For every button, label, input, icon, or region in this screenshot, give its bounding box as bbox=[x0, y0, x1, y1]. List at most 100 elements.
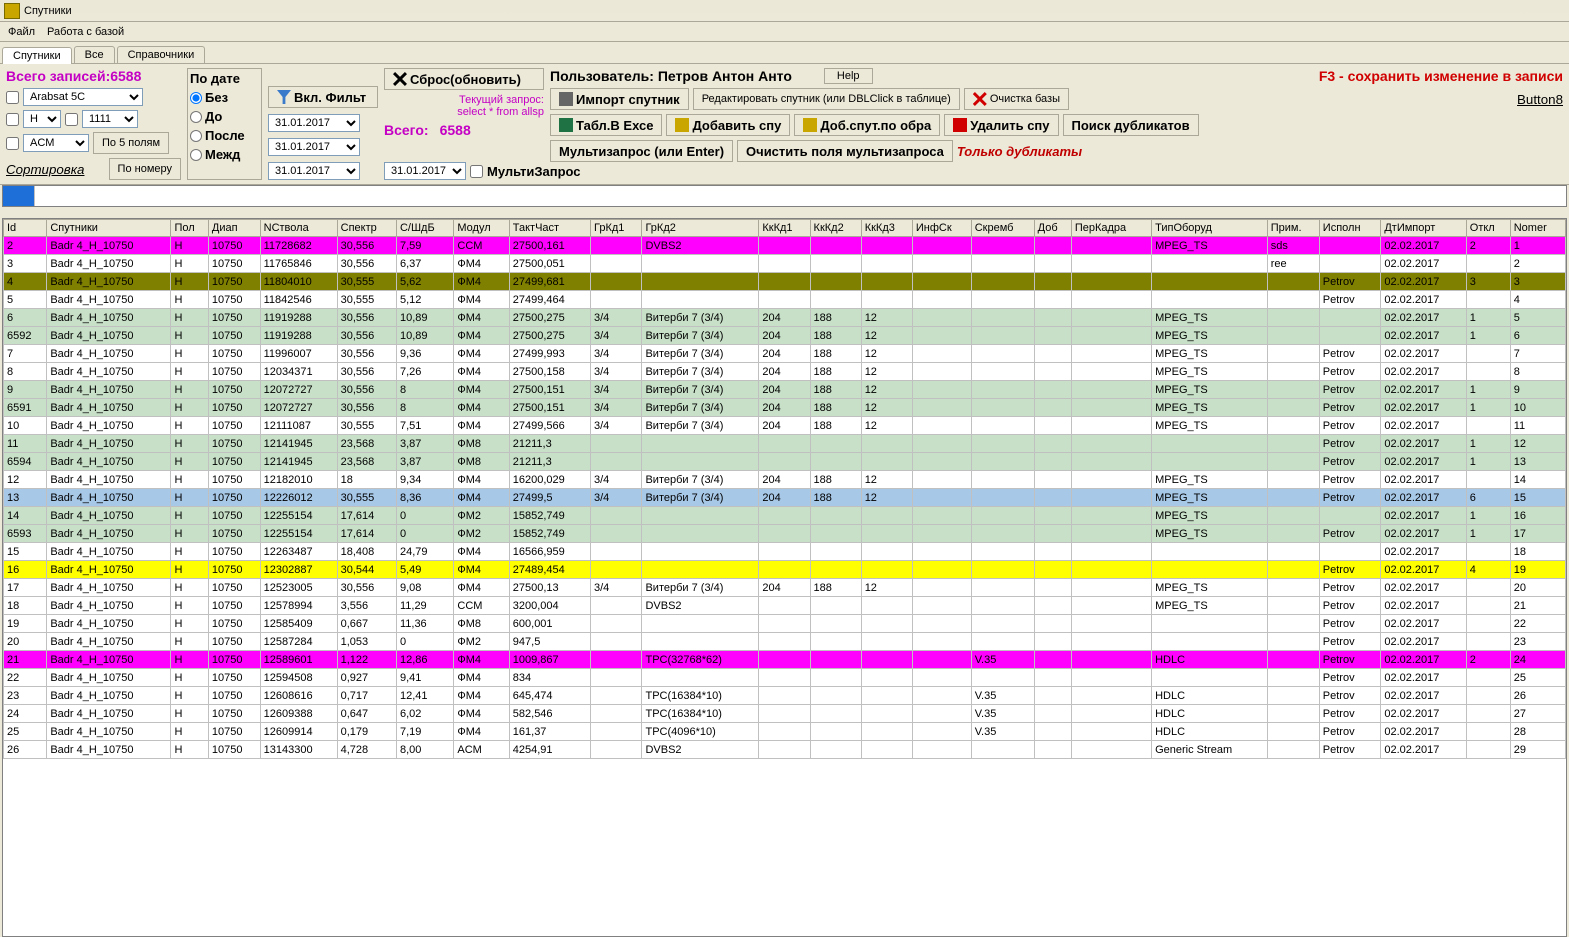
table-cell[interactable] bbox=[1466, 255, 1510, 273]
table-cell[interactable] bbox=[590, 237, 641, 255]
table-cell[interactable] bbox=[759, 687, 810, 705]
btn-sort[interactable]: Сортировка bbox=[6, 162, 84, 177]
table-cell[interactable] bbox=[971, 579, 1034, 597]
table-cell[interactable] bbox=[971, 291, 1034, 309]
table-row[interactable]: 4Badr 4_H_10750H107501180401030,5555,62Ф… bbox=[4, 273, 1566, 291]
table-cell[interactable] bbox=[861, 453, 912, 471]
table-cell[interactable] bbox=[861, 597, 912, 615]
table-cell[interactable]: 23,568 bbox=[337, 435, 396, 453]
table-cell[interactable]: Petrov bbox=[1319, 723, 1381, 741]
table-cell[interactable]: 0,647 bbox=[337, 705, 396, 723]
table-cell[interactable] bbox=[590, 543, 641, 561]
data-grid[interactable]: IdСпутникиПолДиапNСтволаСпектрС/ШдБМодул… bbox=[2, 218, 1567, 937]
table-cell[interactable]: ФМ8 bbox=[454, 453, 509, 471]
table-cell[interactable]: ФМ4 bbox=[454, 399, 509, 417]
table-cell[interactable]: ФМ4 bbox=[454, 273, 509, 291]
table-cell[interactable]: 582,546 bbox=[509, 705, 590, 723]
table-cell[interactable]: Petrov bbox=[1319, 597, 1381, 615]
table-cell[interactable]: Badr 4_H_10750 bbox=[47, 651, 171, 669]
table-cell[interactable]: 28 bbox=[1510, 723, 1565, 741]
table-cell[interactable] bbox=[1267, 273, 1319, 291]
table-cell[interactable]: 02.02.2017 bbox=[1381, 507, 1466, 525]
table-cell[interactable] bbox=[590, 651, 641, 669]
table-cell[interactable] bbox=[1034, 453, 1071, 471]
table-cell[interactable]: Petrov bbox=[1319, 687, 1381, 705]
table-cell[interactable]: 27499,681 bbox=[509, 273, 590, 291]
table-cell[interactable]: 30,555 bbox=[337, 489, 396, 507]
table-cell[interactable] bbox=[912, 237, 971, 255]
table-cell[interactable]: V.35 bbox=[971, 723, 1034, 741]
table-cell[interactable]: 27500,275 bbox=[509, 327, 590, 345]
table-cell[interactable] bbox=[1034, 399, 1071, 417]
table-cell[interactable]: 1 bbox=[1466, 525, 1510, 543]
table-cell[interactable]: Badr 4_H_10750 bbox=[47, 633, 171, 651]
table-cell[interactable] bbox=[810, 255, 861, 273]
table-cell[interactable]: H bbox=[171, 687, 208, 705]
table-cell[interactable]: 27499,993 bbox=[509, 345, 590, 363]
table-cell[interactable]: 02.02.2017 bbox=[1381, 381, 1466, 399]
table-cell[interactable] bbox=[1267, 507, 1319, 525]
table-cell[interactable]: 12609388 bbox=[260, 705, 337, 723]
table-row[interactable]: 24Badr 4_H_10750H10750126093880,6476,02Ф… bbox=[4, 705, 1566, 723]
table-cell[interactable] bbox=[759, 705, 810, 723]
table-cell[interactable]: ACM bbox=[454, 741, 509, 759]
table-cell[interactable] bbox=[1267, 597, 1319, 615]
table-cell[interactable] bbox=[1034, 651, 1071, 669]
table-cell[interactable] bbox=[810, 741, 861, 759]
table-cell[interactable] bbox=[1071, 705, 1151, 723]
table-cell[interactable]: ФМ4 bbox=[454, 471, 509, 489]
table-cell[interactable]: MPEG_TS bbox=[1152, 309, 1268, 327]
table-cell[interactable]: Petrov bbox=[1319, 615, 1381, 633]
table-cell[interactable]: 834 bbox=[509, 669, 590, 687]
table-row[interactable]: 17Badr 4_H_10750H107501252300530,5569,08… bbox=[4, 579, 1566, 597]
table-cell[interactable]: 3 bbox=[1466, 273, 1510, 291]
table-cell[interactable]: ФМ4 bbox=[454, 579, 509, 597]
table-cell[interactable]: 6592 bbox=[4, 327, 47, 345]
table-cell[interactable] bbox=[642, 255, 759, 273]
table-cell[interactable]: TPC(16384*10) bbox=[642, 687, 759, 705]
table-cell[interactable] bbox=[1071, 237, 1151, 255]
table-cell[interactable]: H bbox=[171, 669, 208, 687]
table-cell[interactable]: 1,122 bbox=[337, 651, 396, 669]
table-cell[interactable]: 3,556 bbox=[337, 597, 396, 615]
date-3[interactable]: 31.01.2017 bbox=[268, 162, 360, 180]
table-row[interactable]: 19Badr 4_H_10750H10750125854090,66711,36… bbox=[4, 615, 1566, 633]
table-cell[interactable]: Petrov bbox=[1319, 471, 1381, 489]
table-cell[interactable] bbox=[1071, 417, 1151, 435]
table-cell[interactable] bbox=[1034, 471, 1071, 489]
table-cell[interactable]: 02.02.2017 bbox=[1381, 291, 1466, 309]
table-cell[interactable] bbox=[912, 255, 971, 273]
table-row[interactable]: 9Badr 4_H_10750H107501207272730,5568ФМ42… bbox=[4, 381, 1566, 399]
table-cell[interactable]: 10,89 bbox=[396, 309, 453, 327]
table-cell[interactable]: 24 bbox=[4, 705, 47, 723]
table-cell[interactable] bbox=[861, 723, 912, 741]
table-cell[interactable] bbox=[1071, 273, 1151, 291]
table-cell[interactable]: DVBS2 bbox=[642, 237, 759, 255]
table-cell[interactable]: 18 bbox=[4, 597, 47, 615]
col-header[interactable]: ИнфСк bbox=[912, 220, 971, 237]
table-cell[interactable]: 3,87 bbox=[396, 453, 453, 471]
table-cell[interactable]: 27499,566 bbox=[509, 417, 590, 435]
table-cell[interactable]: sds bbox=[1267, 237, 1319, 255]
table-cell[interactable] bbox=[971, 453, 1034, 471]
table-cell[interactable] bbox=[810, 705, 861, 723]
combo-satellite[interactable]: Arabsat 5C bbox=[23, 88, 143, 106]
table-cell[interactable]: 02.02.2017 bbox=[1381, 399, 1466, 417]
table-cell[interactable]: 12 bbox=[4, 471, 47, 489]
table-cell[interactable] bbox=[912, 669, 971, 687]
table-cell[interactable] bbox=[1034, 255, 1071, 273]
table-cell[interactable] bbox=[1152, 615, 1268, 633]
table-cell[interactable]: TPC(4096*10) bbox=[642, 723, 759, 741]
table-cell[interactable] bbox=[810, 723, 861, 741]
table-cell[interactable]: Badr 4_H_10750 bbox=[47, 363, 171, 381]
table-cell[interactable]: 204 bbox=[759, 471, 810, 489]
table-cell[interactable]: 645,474 bbox=[509, 687, 590, 705]
table-cell[interactable]: 4 bbox=[1466, 561, 1510, 579]
table-cell[interactable] bbox=[971, 255, 1034, 273]
table-cell[interactable]: 188 bbox=[810, 345, 861, 363]
table-row[interactable]: 6594Badr 4_H_10750H107501214194523,5683,… bbox=[4, 453, 1566, 471]
table-cell[interactable] bbox=[912, 723, 971, 741]
table-cell[interactable]: 12,86 bbox=[396, 651, 453, 669]
table-cell[interactable] bbox=[1034, 615, 1071, 633]
table-cell[interactable]: 9,08 bbox=[396, 579, 453, 597]
